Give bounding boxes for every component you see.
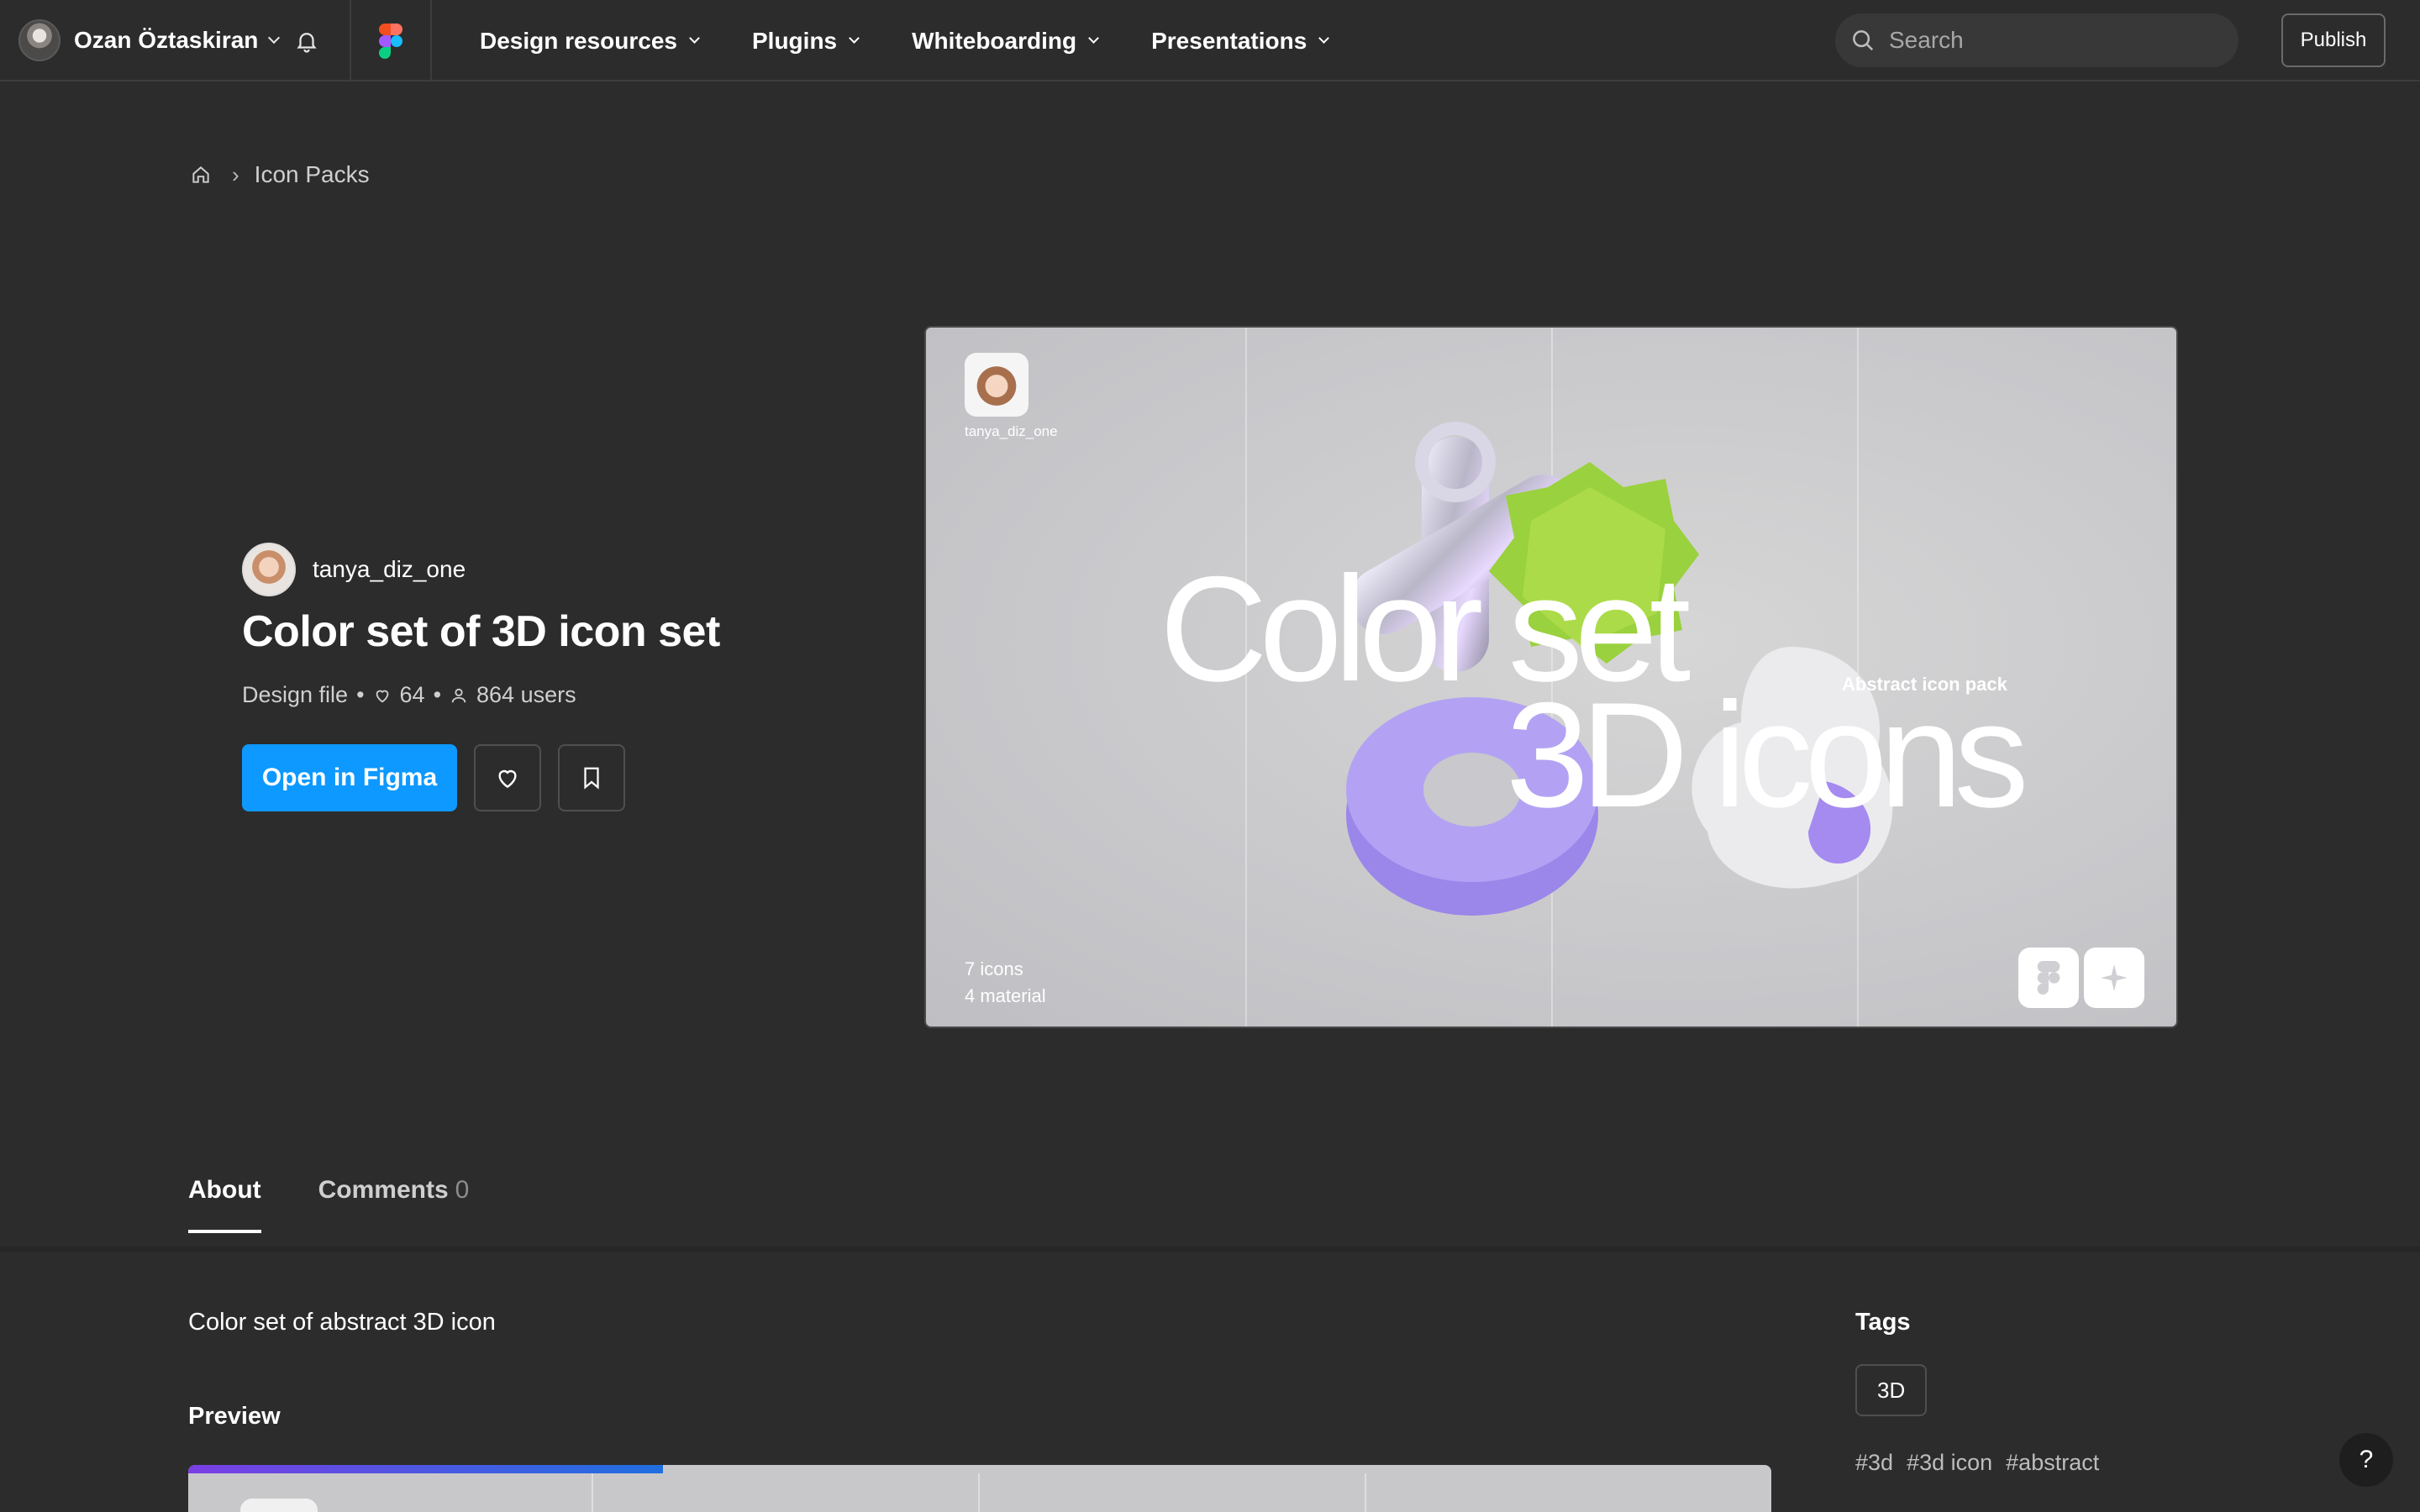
preview-progress-fill <box>188 1465 664 1473</box>
main-nav: Design resources Plugins Whiteboarding P… <box>480 0 1381 81</box>
divider <box>350 0 351 81</box>
chevron-down-icon <box>689 33 700 44</box>
hashtag-list: #3d #3d icon #abstract <box>1855 1450 2112 1476</box>
nav-label: Presentations <box>1151 27 1307 54</box>
bookmark-icon <box>584 767 599 790</box>
figma-icon <box>2037 961 2060 995</box>
nav-label: Design resources <box>480 27 677 54</box>
preview-carousel[interactable] <box>188 1465 1771 1512</box>
creator-avatar <box>242 543 296 596</box>
heart-icon <box>498 769 517 789</box>
grid-line <box>592 1473 593 1512</box>
chevron-down-icon <box>1318 33 1330 44</box>
user-icon <box>451 688 466 702</box>
search-bar[interactable] <box>1835 13 2238 67</box>
publish-button[interactable]: Publish <box>2281 13 2386 67</box>
tab-label: About <box>188 1176 261 1204</box>
hero-creator-avatar <box>965 353 1028 417</box>
hero-headline-line2: 3D icons <box>1506 671 2029 838</box>
hashtag[interactable]: #3d icon <box>1907 1450 1992 1476</box>
preview-progress-track <box>188 1465 1771 1473</box>
tags-heading: Tags <box>1855 1309 1911 1336</box>
nav-presentations[interactable]: Presentations <box>1151 27 1330 55</box>
icon-count: 7 icons <box>965 958 1023 979</box>
search-input[interactable] <box>1889 27 2208 54</box>
creator[interactable]: tanya_diz_one <box>242 543 466 596</box>
like-button[interactable] <box>474 744 541 811</box>
meta-dot: • <box>356 682 365 707</box>
tag-chip[interactable]: 3D <box>1855 1364 1928 1416</box>
creator-name: tanya_diz_one <box>313 556 466 582</box>
grid-line <box>978 1473 980 1512</box>
hero-image[interactable]: tanya_diz_one Color set 3D icons Abstrac… <box>924 326 2178 1028</box>
hero-subtitle: Abstract icon pack <box>1842 674 2007 695</box>
help-button[interactable]: ? <box>2339 1433 2393 1487</box>
preview-creator-avatar <box>240 1499 318 1512</box>
nav-whiteboarding[interactable]: Whiteboarding <box>912 27 1099 55</box>
bell-icon[interactable] <box>294 29 319 54</box>
bookmark-button[interactable] <box>558 744 625 811</box>
tab-about[interactable]: About <box>188 1176 261 1233</box>
sparkle-icon <box>2101 964 2128 991</box>
file-title: Color set of 3D icon set <box>242 607 720 656</box>
nav-plugins[interactable]: Plugins <box>752 27 860 55</box>
figma-logo-icon[interactable] <box>379 24 402 59</box>
meta-dot: • <box>433 682 442 707</box>
breadcrumb-separator: › <box>232 161 239 187</box>
breadcrumb: › Icon Packs <box>190 161 370 188</box>
nav-label: Whiteboarding <box>912 27 1077 54</box>
hashtag[interactable]: #3d <box>1855 1450 1893 1476</box>
preview-heading: Preview <box>188 1403 281 1430</box>
file-meta: Design file • 64 • 864 users <box>242 682 576 708</box>
file-description: Color set of abstract 3D icon <box>188 1309 496 1336</box>
breadcrumb-current[interactable]: Icon Packs <box>255 161 370 188</box>
account-menu[interactable]: Ozan Öztaskiran <box>18 18 281 62</box>
nav-design-resources[interactable]: Design resources <box>480 27 700 55</box>
grid-line <box>1365 1473 1366 1512</box>
divider <box>430 0 432 81</box>
chevron-down-icon <box>1088 33 1099 44</box>
material-count: 4 material <box>965 985 1046 1006</box>
user-avatar <box>18 19 60 61</box>
hero-creator-name: tanya_diz_one <box>965 423 1058 439</box>
hero-counts: 7 icons 4 material <box>965 956 1046 1010</box>
tab-comments[interactable]: Comments 0 <box>318 1176 470 1233</box>
tab-bar: About Comments 0 <box>188 1176 526 1233</box>
chevron-down-icon <box>268 31 281 45</box>
user-name: Ozan Öztaskiran <box>74 27 259 53</box>
chevron-down-icon <box>849 33 860 44</box>
tabs-divider <box>0 1247 2420 1252</box>
top-bar: Ozan Öztaskiran Design resources Plugins… <box>0 0 2420 81</box>
file-type: Design file <box>242 682 349 707</box>
comment-count: 0 <box>455 1176 470 1204</box>
search-icon <box>1853 30 1874 51</box>
sparkle-badge <box>2084 948 2144 1008</box>
tab-label: Comments <box>318 1176 449 1204</box>
figma-badge <box>2018 948 2079 1008</box>
nav-label: Plugins <box>752 27 838 54</box>
open-in-figma-button[interactable]: Open in Figma <box>242 744 457 811</box>
home-icon[interactable] <box>190 164 212 186</box>
hashtag[interactable]: #abstract <box>2006 1450 2099 1476</box>
heart-icon <box>376 690 388 702</box>
like-count: 64 <box>399 682 425 707</box>
user-count: 864 users <box>476 682 576 707</box>
